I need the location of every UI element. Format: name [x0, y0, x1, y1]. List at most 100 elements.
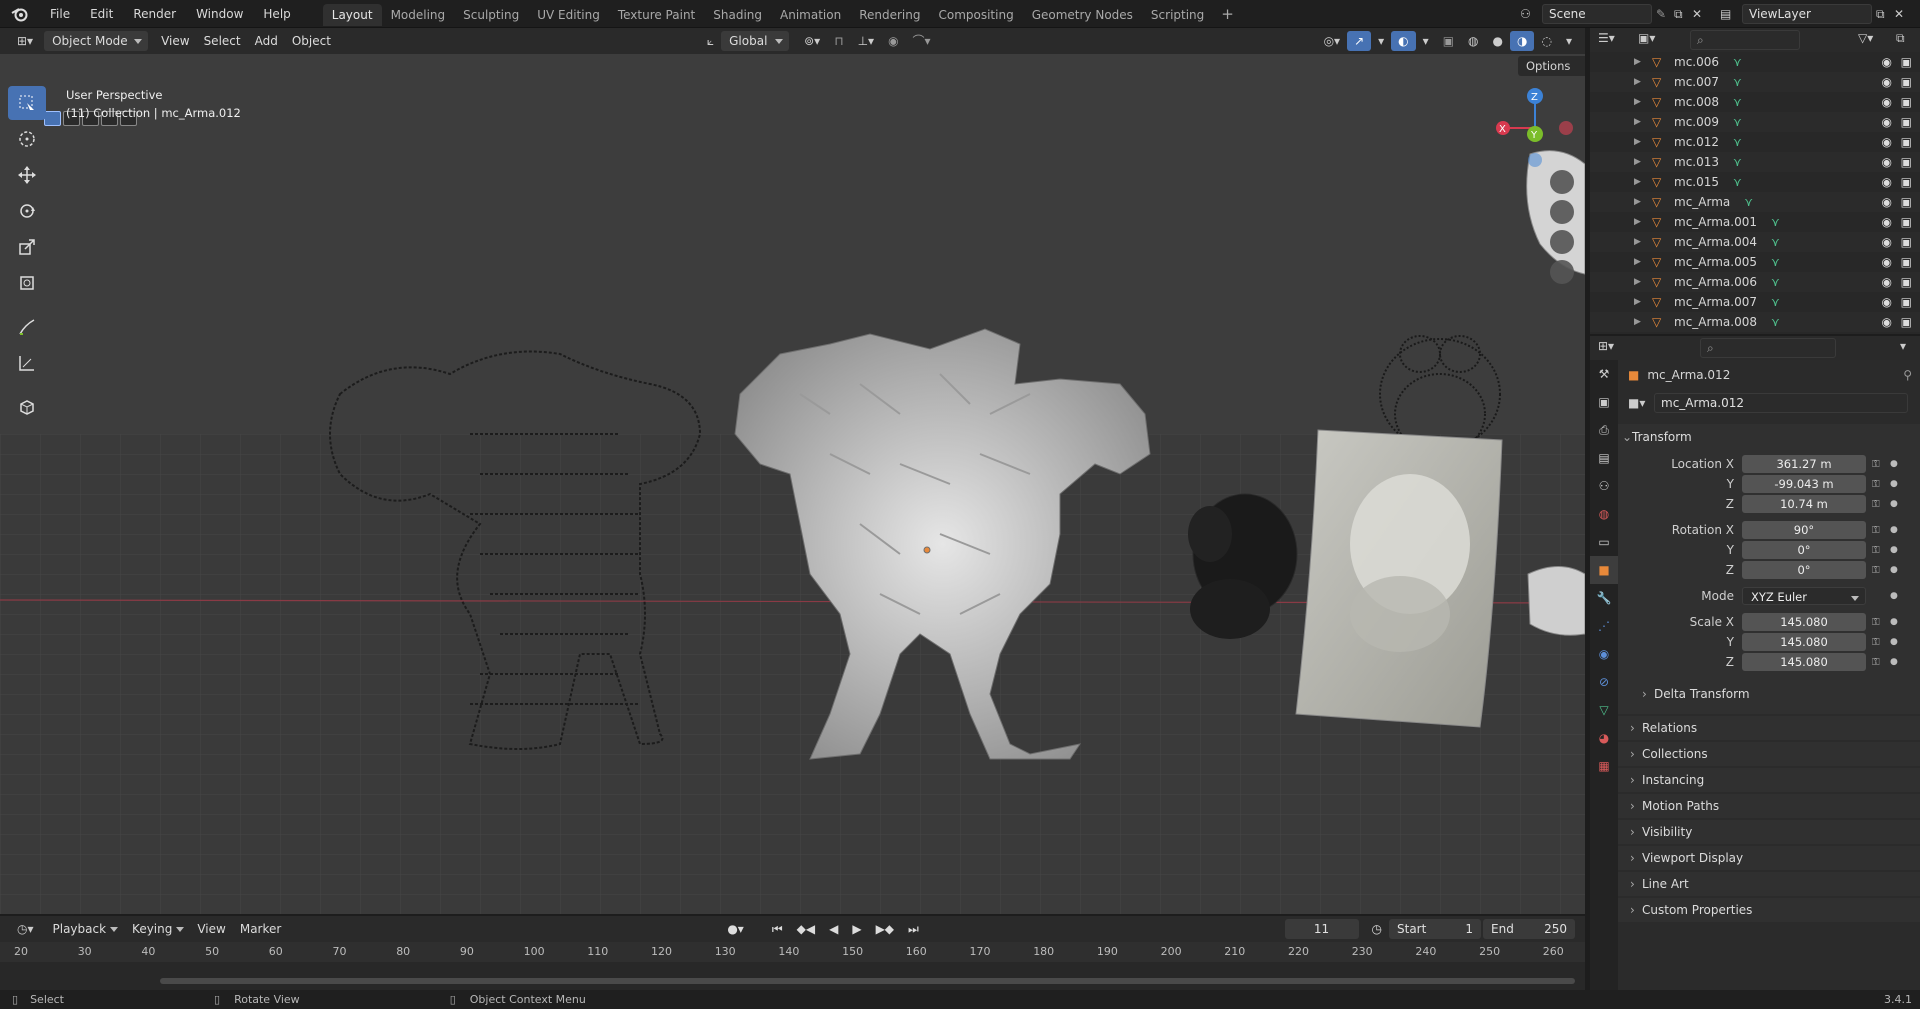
scale-z-field[interactable]: 145.080 [1742, 653, 1866, 671]
render-camera-icon[interactable]: ▣ [1901, 315, 1912, 329]
viewlayer-name-field[interactable]: ViewLayer [1742, 4, 1872, 24]
pin-icon[interactable]: ✎ [1656, 7, 1674, 21]
keyframe-dot-icon[interactable]: ● [1890, 499, 1904, 509]
render-camera-icon[interactable]: ▣ [1901, 275, 1912, 289]
physics-tab-icon[interactable]: ◉ [1590, 640, 1618, 668]
rotation-y-field[interactable]: 0° [1742, 541, 1866, 559]
eye-icon[interactable]: ◉ [1882, 75, 1892, 89]
render-camera-icon[interactable]: ▣ [1901, 75, 1912, 89]
mesh-data-icon[interactable]: ⋎ [1771, 255, 1780, 269]
outliner-item[interactable]: ▶ ▽ mc_Arma ⋎ ◉ ▣ [1590, 192, 1920, 212]
expand-arrow-icon[interactable]: ▶ [1634, 157, 1646, 167]
outliner-item[interactable]: ▶ ▽ mc.008 ⋎ ◉ ▣ [1590, 92, 1920, 112]
marker-menu[interactable]: Marker [233, 919, 288, 939]
panel-relations[interactable]: Relations [1618, 716, 1920, 740]
jump-end-icon[interactable]: ⏭ [901, 919, 926, 939]
transform-panel-header[interactable]: Transform [1618, 424, 1920, 450]
filter-icon[interactable]: ▽▾ [1858, 31, 1873, 45]
scene-name-field[interactable]: Scene [1542, 4, 1652, 24]
collection-tab-icon[interactable]: ▭ [1590, 528, 1618, 556]
eye-icon[interactable]: ◉ [1882, 235, 1892, 249]
eye-icon[interactable]: ◉ [1882, 175, 1892, 189]
menu-window[interactable]: Window [186, 0, 253, 28]
tool-tab-icon[interactable]: ⚒ [1590, 360, 1618, 388]
expand-arrow-icon[interactable]: ▶ [1634, 277, 1646, 287]
location-z-field[interactable]: 10.74 m [1742, 495, 1866, 513]
render-camera-icon[interactable]: ▣ [1901, 115, 1912, 129]
orientation-icon[interactable]: ⟀ [700, 31, 721, 51]
outliner-item[interactable]: ▶ ▽ mc_Arma.008 ⋎ ◉ ▣ [1590, 312, 1920, 332]
eye-icon[interactable]: ◉ [1882, 115, 1892, 129]
material-tab-icon[interactable]: ◕ [1590, 724, 1618, 752]
delta-transform-subpanel[interactable]: Delta Transform [1630, 682, 1920, 706]
render-camera-icon[interactable]: ▣ [1901, 95, 1912, 109]
tab-rendering[interactable]: Rendering [850, 4, 929, 26]
mesh-data-icon[interactable]: ⋎ [1733, 135, 1742, 149]
mesh-data-icon[interactable]: ⋎ [1771, 235, 1780, 249]
xray-icon[interactable]: ▣ [1436, 31, 1461, 51]
outliner-item[interactable]: ▶ ▽ mc.012 ⋎ ◉ ▣ [1590, 132, 1920, 152]
panel-collections[interactable]: Collections [1618, 742, 1920, 766]
render-camera-icon[interactable]: ▣ [1901, 135, 1912, 149]
stopwatch-icon[interactable]: ◷ [1365, 919, 1389, 939]
mesh-data-icon[interactable]: ⋎ [1744, 195, 1753, 209]
eye-icon[interactable]: ◉ [1882, 215, 1892, 229]
panel-motion-paths[interactable]: Motion Paths [1618, 794, 1920, 818]
lock-icon[interactable]: ⚿ [1872, 617, 1886, 628]
lock-icon[interactable]: ⚿ [1872, 565, 1886, 576]
expand-arrow-icon[interactable]: ▶ [1634, 97, 1646, 107]
falloff-icon[interactable]: ⌒▾ [906, 31, 938, 51]
scale-icon[interactable] [8, 230, 46, 264]
panel-line-art[interactable]: Line Art [1618, 872, 1920, 896]
lock-icon[interactable]: ⚿ [1872, 459, 1886, 470]
rotation-mode-dropdown[interactable]: XYZ Euler [1742, 587, 1866, 605]
render-camera-icon[interactable]: ▣ [1901, 195, 1912, 209]
solid-shading-icon[interactable]: ● [1486, 31, 1510, 51]
delete-viewlayer-icon[interactable]: ✕ [1894, 7, 1912, 21]
tab-texture-paint[interactable]: Texture Paint [609, 4, 704, 26]
expand-arrow-icon[interactable]: ▶ [1634, 317, 1646, 327]
menu-view[interactable]: View [154, 31, 196, 51]
gizmo-dropdown-icon[interactable]: ▾ [1371, 31, 1391, 51]
mesh-data-icon[interactable]: ⋎ [1733, 175, 1742, 189]
playback-menu[interactable]: Playback [45, 919, 125, 939]
particles-tab-icon[interactable]: ⋰ [1590, 612, 1618, 640]
keyframe-dot-icon[interactable]: ● [1890, 657, 1904, 667]
new-scene-icon[interactable]: ⧉ [1674, 7, 1692, 22]
new-viewlayer-icon[interactable]: ⧉ [1876, 7, 1894, 22]
object-tab-icon[interactable]: ■ [1590, 556, 1618, 584]
gizmo-toggle-icon[interactable]: ↗ [1347, 31, 1372, 51]
tab-scripting[interactable]: Scripting [1142, 4, 1213, 26]
move-icon[interactable] [8, 158, 46, 192]
start-frame-field[interactable]: Start 1 [1389, 919, 1481, 939]
properties-editor-type-icon[interactable]: ⊞▾ [1598, 339, 1614, 353]
current-frame-field[interactable]: 11 [1284, 919, 1359, 939]
outliner-item[interactable]: ▶ ▽ mc.013 ⋎ ◉ ▣ [1590, 152, 1920, 172]
render-camera-icon[interactable]: ▣ [1901, 155, 1912, 169]
view-layer-tab-icon[interactable]: ▤ [1590, 444, 1618, 472]
outliner-item[interactable]: ▶ ▽ mc_Arma.005 ⋎ ◉ ▣ [1590, 252, 1920, 272]
eye-icon[interactable]: ◉ [1882, 315, 1892, 329]
cursor-icon[interactable] [8, 122, 46, 156]
pin-icon[interactable]: ⚲ [1903, 368, 1912, 382]
properties-options-icon[interactable]: ▾ [1900, 339, 1906, 353]
outliner-search-input[interactable]: ⌕ [1690, 30, 1800, 50]
timeline-scrollbar[interactable] [160, 978, 1575, 984]
keyframe-dot-icon[interactable]: ● [1890, 525, 1904, 535]
keying-menu[interactable]: Keying [124, 919, 190, 939]
keyframe-dot-icon[interactable]: ● [1890, 591, 1904, 601]
blender-logo-icon[interactable] [8, 2, 32, 26]
panel-custom-properties[interactable]: Custom Properties [1618, 898, 1920, 922]
timeline-view-menu[interactable]: View [190, 919, 232, 939]
menu-help[interactable]: Help [253, 0, 300, 28]
tab-shading[interactable]: Shading [704, 4, 771, 26]
menu-render[interactable]: Render [123, 0, 186, 28]
mesh-data-icon[interactable]: ⋎ [1733, 115, 1742, 129]
eye-icon[interactable]: ◉ [1882, 275, 1892, 289]
snap-target-icon[interactable]: ⊥▾ [851, 31, 881, 51]
play-reverse-icon[interactable]: ◀ [822, 919, 845, 939]
mesh-data-icon[interactable]: ⋎ [1733, 75, 1742, 89]
tab-sculpting[interactable]: Sculpting [454, 4, 528, 26]
rendered-shading-icon[interactable]: ◌ [1534, 31, 1558, 51]
new-collection-icon[interactable]: ⧉ [1896, 31, 1905, 46]
